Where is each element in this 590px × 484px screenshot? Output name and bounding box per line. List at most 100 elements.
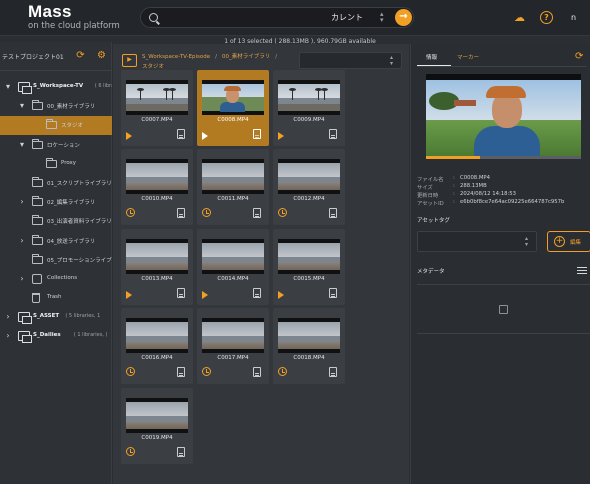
tree-item[interactable]: ▾ S_Workspace-TV ( 6 libraries, 7 (0, 78, 112, 97)
tree-item[interactable]: › 02_編集ライブラリ (0, 193, 112, 212)
search-bar[interactable]: カレント ▴ ▾ → (140, 7, 414, 28)
chevron-right-icon[interactable]: › (4, 331, 12, 341)
brand-logo[interactable]: Mass on the cloud platform (28, 3, 120, 32)
asset-thumbnail[interactable] (202, 239, 264, 274)
gear-icon[interactable]: ⚙ (96, 50, 107, 61)
asset-card[interactable]: C0015.MP4 (273, 229, 345, 305)
document-icon[interactable] (177, 367, 185, 377)
document-icon[interactable] (329, 288, 337, 298)
asset-thumbnail[interactable] (202, 318, 264, 353)
chevron-right-icon[interactable]: › (18, 236, 26, 246)
breadcrumb-current[interactable]: スタジオ (142, 62, 164, 70)
tree-item[interactable]: ▾ 00_素材ライブラリ (0, 97, 112, 116)
sort-select[interactable]: ▴ ▾ (299, 52, 402, 69)
document-icon[interactable] (253, 367, 261, 377)
chevron-down-icon[interactable]: ▾ (4, 82, 12, 92)
proxy-pending-icon[interactable] (202, 208, 211, 217)
search-scope-select[interactable]: カレント (331, 12, 363, 23)
play-icon[interactable] (278, 291, 284, 299)
asset-card[interactable]: C0007.MP4 (121, 70, 193, 146)
refresh-icon[interactable]: ⟳ (75, 50, 86, 61)
tree-item[interactable]: ▾ ロケーション (0, 136, 112, 155)
project-label[interactable]: テストプロジェクト01 (2, 52, 64, 61)
library-sidebar: テストプロジェクト01 ⟳ ⚙ ▾ S_Workspace-TV ( 6 libra… (0, 42, 112, 484)
tree-item[interactable]: › S_ASSET ( 5 libraries, 1 (0, 308, 112, 327)
asset-card[interactable]: C0018.MP4 (273, 308, 345, 384)
asset-card[interactable]: C0012.MP4 (273, 149, 345, 225)
document-icon[interactable] (177, 288, 185, 298)
breadcrumb-item[interactable]: 00_素材ライブラリ (222, 54, 270, 60)
cloud-upload-icon[interactable]: ☁ (513, 11, 526, 24)
asset-name: C0018.MP4 (293, 355, 325, 361)
document-icon[interactable] (177, 129, 185, 139)
proxy-pending-icon[interactable] (202, 367, 211, 376)
asset-tag-select[interactable]: ▴ ▾ (417, 231, 537, 252)
refresh-icon[interactable]: ⟳ (575, 51, 583, 62)
tree-item[interactable]: › S_Dailies ( 1 libraries, ( (0, 327, 112, 346)
play-icon[interactable] (278, 132, 284, 140)
asset-card[interactable]: C0009.MP4 (273, 70, 345, 146)
playback-progress-bar[interactable] (426, 156, 581, 159)
play-icon[interactable] (126, 291, 132, 299)
document-icon[interactable] (253, 129, 261, 139)
tree-item[interactable]: › 04_放送ライブラリ (0, 232, 112, 251)
video-preview[interactable] (426, 74, 581, 159)
proxy-pending-icon[interactable] (126, 447, 135, 456)
scope-updown-icon[interactable]: ▴ ▾ (380, 11, 384, 24)
asset-card[interactable]: C0011.MP4 (197, 149, 269, 225)
breadcrumb-item[interactable]: S_Workspace-TV-Episode (142, 54, 210, 60)
tree-item[interactable]: Trash (0, 289, 112, 308)
asset-thumbnail[interactable] (278, 159, 340, 194)
chevron-down-icon[interactable]: ▾ (18, 140, 26, 150)
play-icon[interactable] (202, 132, 208, 140)
asset-card[interactable]: C0013.MP4 (121, 229, 193, 305)
asset-thumbnail[interactable] (126, 318, 188, 353)
chevron-right-icon[interactable]: › (4, 312, 12, 322)
asset-card[interactable]: C0016.MP4 (121, 308, 193, 384)
proxy-pending-icon[interactable] (278, 367, 287, 376)
asset-card[interactable]: C0014.MP4 (197, 229, 269, 305)
asset-card[interactable]: C0010.MP4 (121, 149, 193, 225)
document-icon[interactable] (177, 447, 185, 457)
asset-thumbnail[interactable] (278, 318, 340, 353)
document-icon[interactable] (329, 367, 337, 377)
search-go-button[interactable]: → (395, 9, 412, 26)
chevron-down-icon[interactable]: ▾ (18, 101, 26, 111)
document-icon[interactable] (253, 208, 261, 218)
chevron-right-icon[interactable]: › (18, 197, 26, 207)
asset-thumbnail[interactable] (278, 239, 340, 274)
asset-thumbnail[interactable] (126, 398, 188, 433)
play-icon[interactable] (202, 291, 208, 299)
sliders-icon[interactable] (577, 266, 587, 275)
document-icon[interactable] (329, 208, 337, 218)
chevron-right-icon[interactable]: › (18, 274, 26, 284)
thumbnail-palm (315, 88, 322, 100)
asset-thumbnail[interactable] (202, 159, 264, 194)
edit-tags-button[interactable]: + 編集 (547, 231, 590, 252)
tree-item[interactable]: Proxy (0, 155, 112, 174)
play-icon[interactable] (126, 132, 132, 140)
proxy-pending-icon[interactable] (278, 208, 287, 217)
document-icon[interactable] (253, 288, 261, 298)
asset-card[interactable]: C0019.MP4 (121, 388, 193, 464)
tree-item[interactable]: › Collections (0, 270, 112, 289)
tab-info[interactable]: 情報 (426, 53, 437, 61)
asset-thumbnail[interactable] (126, 80, 188, 115)
help-icon[interactable]: ? (540, 11, 553, 24)
tree-item[interactable]: 01_スクリプトライブラリ (0, 174, 112, 193)
asset-card[interactable]: C0017.MP4 (197, 308, 269, 384)
asset-thumbnail[interactable] (202, 80, 264, 115)
tree-item[interactable]: 03_出演者資料ライブラリ (0, 212, 112, 231)
tab-markers[interactable]: マーカー (457, 53, 479, 61)
asset-thumbnail[interactable] (126, 239, 188, 274)
user-avatar[interactable]: n (566, 10, 581, 25)
tree-item[interactable]: 05_プロモーションライブラリ (0, 251, 112, 270)
asset-card[interactable]: C0008.MP4 (197, 70, 269, 146)
proxy-pending-icon[interactable] (126, 367, 135, 376)
document-icon[interactable] (329, 129, 337, 139)
document-icon[interactable] (177, 208, 185, 218)
tree-item[interactable]: スタジオ (0, 116, 112, 135)
proxy-pending-icon[interactable] (126, 208, 135, 217)
asset-thumbnail[interactable] (278, 80, 340, 115)
asset-thumbnail[interactable] (126, 159, 188, 194)
